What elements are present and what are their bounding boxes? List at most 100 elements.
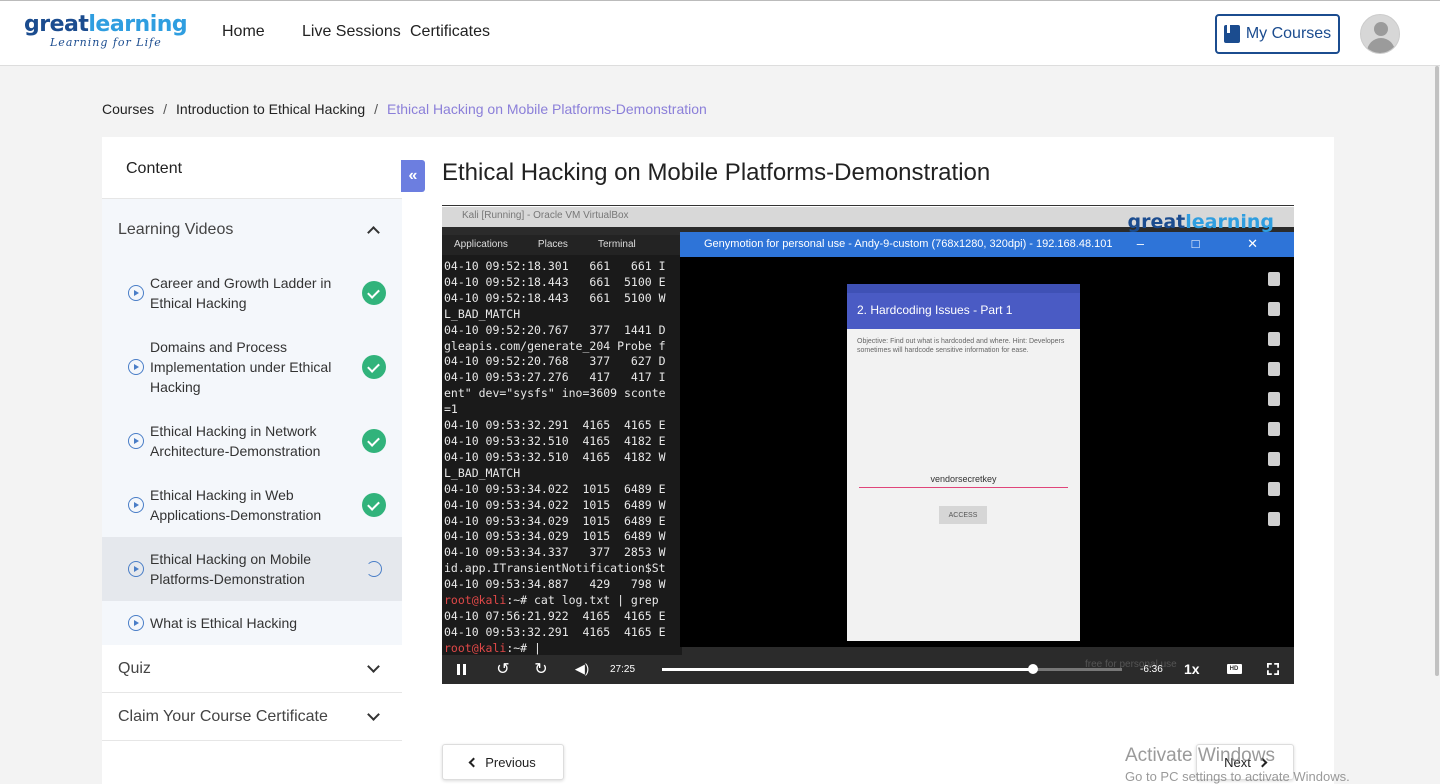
chevron-down-icon: [367, 659, 380, 673]
kali-menu-item: Places: [537, 239, 568, 250]
terminal-line: 04-10 09:53:34.029 1015 6489 W: [444, 529, 666, 544]
terminal-line: 04-10 07:56:21.922 4165 4165 E: [444, 608, 666, 623]
kali-menu-item: Applications: [454, 239, 508, 250]
greatlearning-logo[interactable]: greatlearning Learning for Life: [24, 12, 188, 49]
video-title: Ethical Hacking in Web Applications-Demo…: [150, 487, 322, 523]
toolbar-icon: [1268, 422, 1280, 436]
video-title: Ethical Hacking in Network Architecture-…: [150, 423, 321, 459]
terminal-line: 04-10 09:53:32.291 4165 4165 E: [444, 418, 666, 433]
terminal-output: 04-10 09:52:18.301 661 661 I 04-10 09:52:…: [442, 255, 682, 655]
breadcrumb-courses[interactable]: Courses: [102, 101, 154, 117]
terminal-line: 04-10 09:53:34.029 1015 6489 E: [444, 513, 666, 528]
genymotion-window: Genymotion for personal use - Andy-9-cus…: [680, 232, 1294, 670]
video-item[interactable]: Ethical Hacking in Network Architecture-…: [102, 409, 402, 473]
nav-certificates[interactable]: Certificates: [410, 23, 490, 41]
video-player[interactable]: Kali [Running] - Oracle VM VirtualBox gr…: [442, 207, 1294, 684]
terminal-line: 04-10 09:52:18.443 661 5100 E: [444, 274, 666, 289]
play-circle-icon: [128, 497, 144, 513]
previous-label: Previous: [485, 754, 536, 770]
toolbar-icon: [1268, 512, 1280, 526]
video-title: Career and Growth Ladder in Ethical Hack…: [150, 275, 332, 311]
kali-panel: Applications Places Terminal: [442, 235, 682, 255]
volume-icon[interactable]: ◀): [574, 654, 590, 684]
book-icon: [1223, 25, 1240, 43]
my-courses-button[interactable]: My Courses: [1215, 14, 1340, 54]
video-item[interactable]: Ethical Hacking in Web Applications-Demo…: [102, 473, 402, 537]
current-time: 27:25: [610, 663, 636, 675]
breadcrumb: Courses / Introduction to Ethical Hackin…: [102, 101, 707, 117]
section-certificate[interactable]: Claim Your Course Certificate: [102, 693, 402, 741]
forward-icon[interactable]: ↻: [532, 654, 550, 684]
toolbar-icon: [1268, 332, 1280, 346]
video-item-active[interactable]: Ethical Hacking on Mobile Platforms-Demo…: [102, 537, 402, 601]
phone-access-button: ACCESS: [939, 506, 987, 524]
next-button[interactable]: Next: [1196, 744, 1294, 780]
terminal-line: 04-10 09:53:34.337 377 2853 W: [444, 545, 666, 560]
breadcrumb-current: Ethical Hacking on Mobile Platforms-Demo…: [387, 101, 707, 117]
check-circle-icon: [362, 493, 386, 517]
play-circle-icon: [128, 433, 144, 449]
terminal-line: ent" dev="sysfs" ino=3609 sconte: [444, 386, 666, 401]
title-divider: [442, 205, 1294, 206]
player-controls: ↺ ↻ ◀) 27:25 -6:36 1x HD: [442, 654, 1294, 684]
breadcrumb-separator: /: [163, 101, 168, 117]
playback-speed-button[interactable]: 1x: [1184, 654, 1200, 684]
section-learning-videos[interactable]: Learning Videos: [102, 199, 402, 261]
page-title: Ethical Hacking on Mobile Platforms-Demo…: [442, 159, 991, 186]
android-screen: 2. Hardcoding Issues - Part 1 Objective:…: [847, 284, 1080, 641]
check-circle-icon: [362, 355, 386, 379]
section-label: Quiz: [118, 659, 151, 677]
video-item[interactable]: Domains and Process Implementation under…: [102, 325, 402, 409]
rewind-icon[interactable]: ↺: [494, 654, 512, 684]
chevron-right-icon: [1257, 757, 1268, 767]
remaining-time: -6:36: [1140, 663, 1163, 675]
window-controls-icon: – □ ✕: [1136, 236, 1280, 251]
content-sidebar: Content Learning Videos Career and Growt…: [102, 137, 402, 784]
check-circle-icon: [362, 281, 386, 305]
scrollbar-thumb[interactable]: [1435, 66, 1439, 676]
progress-handle[interactable]: [1028, 664, 1039, 674]
page-scrollbar[interactable]: [1434, 66, 1440, 684]
avatar-body: [1367, 38, 1395, 53]
user-avatar[interactable]: [1360, 14, 1400, 54]
video-item[interactable]: Career and Growth Ladder in Ethical Hack…: [102, 261, 402, 325]
breadcrumb-separator: /: [374, 101, 379, 117]
video-title: What is Ethical Hacking: [150, 615, 298, 631]
phone-objective: Objective: Find out what is hardcoded an…: [857, 338, 1065, 354]
fullscreen-icon[interactable]: [1266, 654, 1280, 684]
phone-appbar: 2. Hardcoding Issues - Part 1: [847, 293, 1080, 329]
next-label: Next: [1224, 754, 1251, 770]
pause-icon[interactable]: [454, 654, 468, 684]
play-circle-icon: [128, 285, 144, 301]
toolbar-icon: [1268, 452, 1280, 466]
hd-quality-icon[interactable]: HD: [1226, 654, 1242, 684]
kali-menu-item: Terminal: [597, 239, 636, 250]
video-watermark: greatlearning: [1127, 211, 1274, 233]
breadcrumb-course[interactable]: Introduction to Ethical Hacking: [176, 101, 365, 117]
collapse-sidebar-button[interactable]: «: [401, 160, 425, 192]
chevron-down-icon: [367, 707, 380, 721]
chevron-left-icon: [468, 757, 479, 767]
in-progress-icon: [366, 561, 382, 577]
nav-live-sessions[interactable]: Live Sessions: [302, 23, 401, 41]
chevron-up-icon: [367, 226, 380, 239]
toolbar-icon: [1268, 362, 1280, 376]
section-quiz[interactable]: Quiz: [102, 645, 402, 693]
video-item[interactable]: What is Ethical Hacking: [102, 601, 402, 645]
my-courses-label: My Courses: [1245, 25, 1332, 42]
play-circle-icon: [128, 561, 144, 577]
play-circle-icon: [128, 359, 144, 375]
previous-button[interactable]: Previous: [442, 744, 564, 780]
terminal-line: 04-10 09:53:34.887 429 798 W: [444, 577, 666, 592]
terminal-line: L_BAD_MATCH: [444, 465, 521, 480]
nav-home[interactable]: Home: [222, 23, 265, 41]
video-title: Ethical Hacking on Mobile Platforms-Demo…: [150, 551, 312, 587]
logo-wordmark: greatlearning: [24, 12, 188, 37]
progress-bar[interactable]: [662, 664, 1122, 674]
terminal-line: 04-10 09:52:20.768 377 627 D: [444, 354, 666, 369]
toolbar-icon: [1268, 302, 1280, 316]
video-title: Domains and Process Implementation under…: [150, 339, 332, 395]
phone-statusbar: [847, 284, 1080, 293]
terminal-line: 04-10 09:53:32.291 4165 4165 E: [444, 624, 666, 639]
terminal-line: 04-10 09:52:18.443 661 5100 W: [444, 290, 666, 305]
